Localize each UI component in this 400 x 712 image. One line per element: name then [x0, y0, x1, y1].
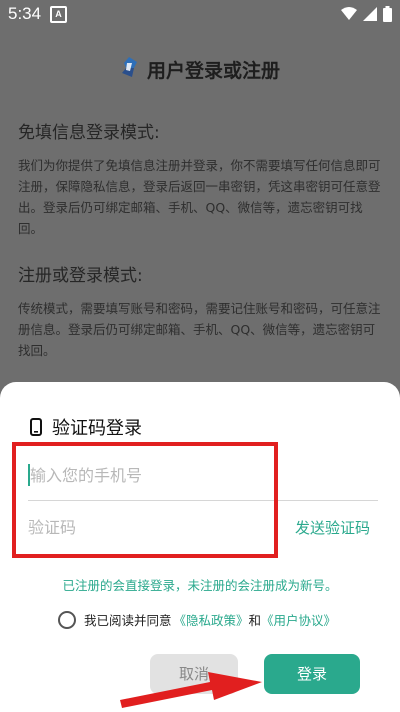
- status-bar: 5:34 A: [0, 0, 400, 28]
- section-text-quick: 我们为你提供了免填信息注册并登录，你不需要填写任何信息即可注册，保障隐私信息，登…: [18, 158, 381, 236]
- app-logo-icon: [122, 57, 137, 77]
- login-bottom-sheet: 验证码登录 发送验证码 已注册的会直接登录，未注册的会注册成为新号。 我已阅读并…: [0, 382, 400, 712]
- section-title-quick: 免填信息登录模式:: [18, 123, 160, 143]
- page-title: 用户登录或注册: [147, 60, 281, 82]
- status-icons: [341, 6, 392, 22]
- section-text-register: 传统模式，需要填写账号和密码，需要记住账号和密码，可任意注册信息。登录后仍可绑定…: [18, 301, 381, 358]
- status-time: 5:34: [8, 4, 42, 23]
- notification-icon: A: [50, 6, 67, 23]
- wifi-icon: [341, 7, 357, 20]
- section-title-register: 注册或登录模式:: [18, 266, 143, 286]
- signal-icon: [363, 7, 377, 21]
- page-header: 用户登录或注册: [0, 28, 400, 104]
- info-content: 免填信息登录模式: 我们为你提供了免填信息注册并登录，你不需要填写任何信息即可注…: [18, 118, 382, 383]
- battery-icon: [383, 6, 392, 22]
- red-arrow-annotation: [120, 672, 262, 708]
